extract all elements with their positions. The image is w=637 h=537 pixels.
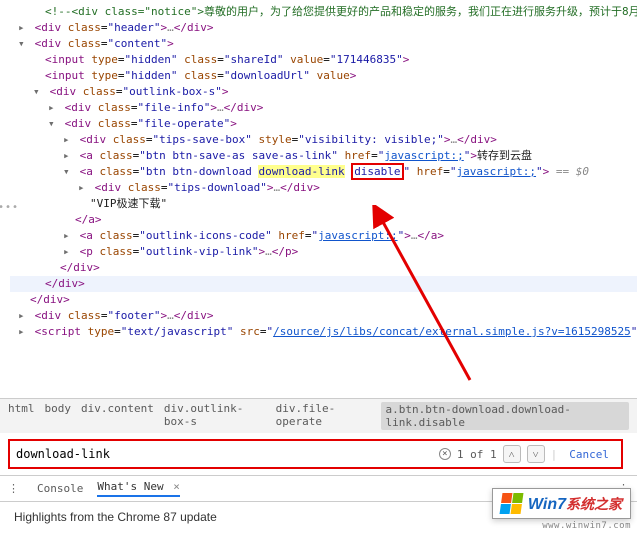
- code-line[interactable]: </div>: [10, 276, 637, 292]
- watermark-url: www.winwin7.com: [492, 521, 631, 531]
- expand-arrow[interactable]: ▸: [63, 132, 73, 148]
- search-input[interactable]: [16, 447, 439, 461]
- highlight-disable: disable: [351, 163, 403, 180]
- watermark: Win7系统之家 www.winwin7.com: [492, 488, 631, 531]
- search-bar: × 1 of 1 ˄ ˅ | Cancel: [0, 433, 637, 475]
- code-line[interactable]: ▸ <a class="outlink-icons-code" href="ja…: [10, 228, 637, 244]
- code-line[interactable]: ▸ <div class="file-info">…</div>: [10, 100, 637, 116]
- menu-icon[interactable]: ⋮: [8, 482, 19, 495]
- breadcrumb-item[interactable]: html: [8, 402, 35, 430]
- code-line[interactable]: ▸ <div class="tips-download">…</div>: [10, 180, 637, 196]
- elements-panel: ••• <!--<div class="notice">尊敬的用户，为了给您提供…: [0, 0, 637, 398]
- code-line[interactable]: ▸ <div class="header">…</div>: [10, 20, 637, 36]
- code-line[interactable]: ▸ <div class="footer">…</div>: [10, 308, 637, 324]
- clear-icon[interactable]: ×: [439, 448, 451, 460]
- search-next-button[interactable]: ˅: [527, 445, 545, 463]
- expand-arrow[interactable]: ▸: [78, 180, 88, 196]
- windows-flag-icon: [499, 493, 523, 514]
- breadcrumb-item[interactable]: div.file-operate: [276, 402, 372, 430]
- code-line[interactable]: ▸ <div class="tips-save-box" style="visi…: [10, 132, 637, 148]
- breadcrumb-item-active[interactable]: a.btn.btn-download.download-link.disable: [381, 402, 629, 430]
- tab-console[interactable]: Console: [37, 482, 83, 495]
- expand-arrow[interactable]: ▸: [18, 324, 28, 340]
- expand-arrow[interactable]: ▸: [18, 308, 28, 324]
- expand-arrow[interactable]: ▾: [33, 84, 43, 100]
- breadcrumb-item[interactable]: div.content: [81, 402, 154, 430]
- code-line[interactable]: ▾ <div class="outlink-box-s">: [10, 84, 637, 100]
- breadcrumb: html body div.content div.outlink-box-s …: [0, 398, 637, 433]
- expand-arrow[interactable]: ▸: [18, 20, 28, 36]
- expand-arrow[interactable]: ▸: [48, 100, 58, 116]
- code-line[interactable]: <!--<div class="notice">尊敬的用户，为了给您提供更好的产…: [10, 4, 637, 20]
- code-line[interactable]: <input type="hidden" class="downloadUrl"…: [10, 68, 637, 84]
- breadcrumb-item[interactable]: body: [45, 402, 72, 430]
- code-line[interactable]: </a>: [10, 212, 637, 228]
- close-icon[interactable]: ×: [173, 480, 180, 493]
- expand-arrow[interactable]: ▸: [63, 244, 73, 260]
- code-line[interactable]: ▾ <div class="file-operate">: [10, 116, 637, 132]
- code-line[interactable]: ▾ <div class="content">: [10, 36, 637, 52]
- code-line[interactable]: </div>: [10, 292, 637, 308]
- search-count: 1 of 1: [457, 448, 497, 461]
- code-line[interactable]: ▸ <a class="btn btn-save-as save-as-link…: [10, 148, 637, 164]
- expand-arrow[interactable]: ▸: [63, 228, 73, 244]
- expand-arrow[interactable]: ▸: [63, 148, 73, 164]
- code-line[interactable]: ▸ <p class="outlink-vip-link">…</p>: [10, 244, 637, 260]
- expand-arrow[interactable]: ▾: [63, 164, 73, 180]
- expand-arrow[interactable]: ▾: [18, 36, 28, 52]
- code-line[interactable]: </div>: [10, 260, 637, 276]
- code-line[interactable]: <input type="hidden" class="shareId" val…: [10, 52, 637, 68]
- search-prev-button[interactable]: ˄: [503, 445, 521, 463]
- breadcrumb-item[interactable]: div.outlink-box-s: [164, 402, 266, 430]
- selected-element[interactable]: ▾ <a class="btn btn-download download-li…: [10, 164, 637, 180]
- cancel-button[interactable]: Cancel: [563, 448, 615, 461]
- code-line[interactable]: "VIP极速下载": [10, 196, 637, 212]
- expand-arrow[interactable]: ▾: [48, 116, 58, 132]
- tab-whatsnew[interactable]: What's New ×: [97, 480, 179, 497]
- code-line[interactable]: ▸ <script type="text/javascript" src="/s…: [10, 324, 637, 340]
